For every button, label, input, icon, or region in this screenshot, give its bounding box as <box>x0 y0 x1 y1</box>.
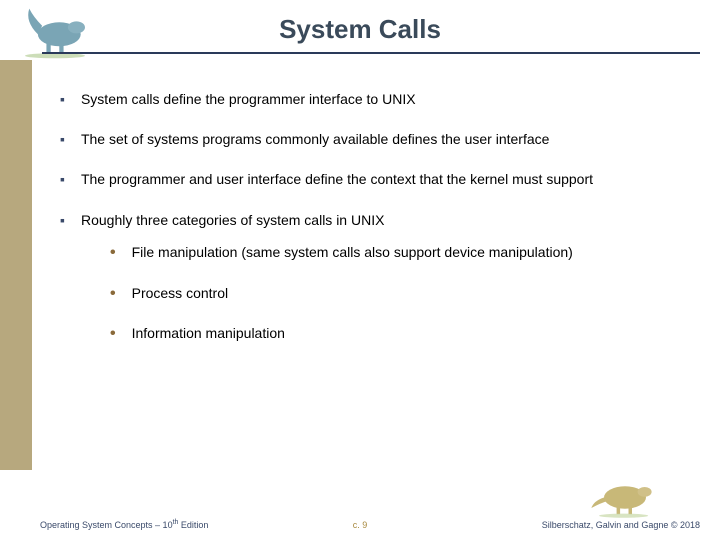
title-underline <box>42 52 700 54</box>
sub-item: • Information manipulation <box>110 324 690 345</box>
slide-title: System Calls <box>0 14 720 45</box>
dinosaur-bottom-icon <box>590 475 660 520</box>
square-bullet-icon: ▪ <box>60 170 65 188</box>
sub-text: Process control <box>132 284 228 305</box>
sub-text: File manipulation (same system calls als… <box>132 243 573 264</box>
bullet-item: ▪ The set of systems programs commonly a… <box>60 130 690 148</box>
dot-bullet-icon: • <box>110 243 116 264</box>
square-bullet-icon: ▪ <box>60 90 65 108</box>
content-area: ▪ System calls define the programmer int… <box>60 90 690 365</box>
bullet-item: ▪ The programmer and user interface defi… <box>60 170 690 188</box>
footer-right: Silberschatz, Galvin and Gagne © 2018 <box>542 520 700 530</box>
bullet-item: ▪ System calls define the programmer int… <box>60 90 690 108</box>
sub-item: • File manipulation (same system calls a… <box>110 243 690 264</box>
bullet-text: The set of systems programs commonly ava… <box>81 130 549 148</box>
bullet-text: Roughly three categories of system calls… <box>81 211 384 229</box>
sidebar-stripe <box>0 60 32 470</box>
sub-list: • File manipulation (same system calls a… <box>110 243 690 345</box>
bullet-text: The programmer and user interface define… <box>81 170 593 188</box>
bullet-text: System calls define the programmer inter… <box>81 90 416 108</box>
dot-bullet-icon: • <box>110 284 116 305</box>
dot-bullet-icon: • <box>110 324 116 345</box>
sub-text: Information manipulation <box>132 324 285 345</box>
square-bullet-icon: ▪ <box>60 130 65 148</box>
sub-item: • Process control <box>110 284 690 305</box>
square-bullet-icon: ▪ <box>60 211 65 229</box>
bullet-item: ▪ Roughly three categories of system cal… <box>60 211 690 229</box>
